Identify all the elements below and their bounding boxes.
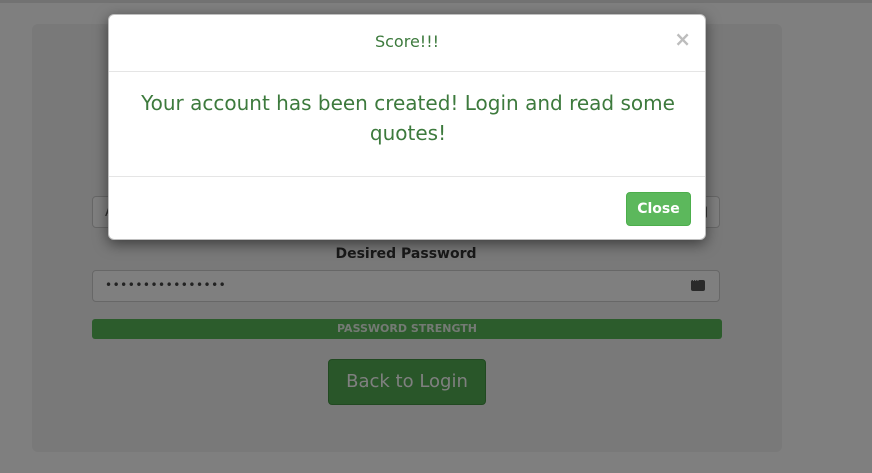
modal-header: Score!!! × — [109, 15, 705, 72]
modal-message: Your account has been created! Login and… — [141, 91, 675, 145]
close-icon[interactable]: × — [674, 27, 691, 51]
close-button[interactable]: Close — [626, 192, 691, 226]
success-modal: Score!!! × Your account has been created… — [108, 14, 706, 240]
modal-body: Your account has been created! Login and… — [109, 72, 705, 176]
modal-footer: Close — [109, 176, 705, 239]
modal-title: Score!!! — [374, 32, 440, 51]
